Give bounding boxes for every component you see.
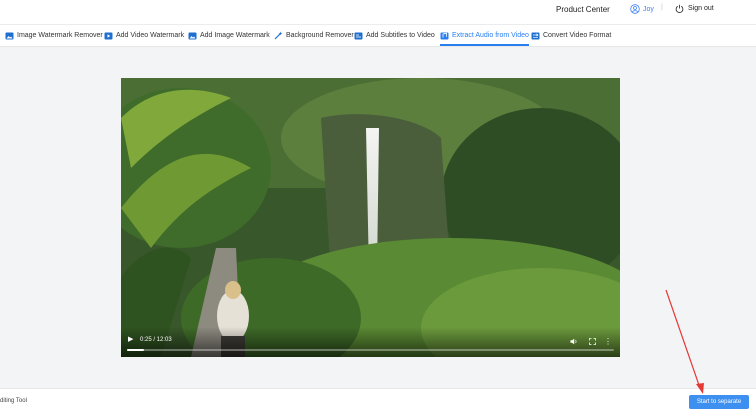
image-icon xyxy=(188,32,197,39)
tab-label: Background Remover xyxy=(286,32,354,39)
video-progress-fill xyxy=(127,349,145,351)
video-controls: ▶ 0:25 / 12:03 ⋮ xyxy=(121,327,620,357)
header-separator: | xyxy=(661,4,663,11)
tab-add-image-watermark[interactable]: Add Image Watermark xyxy=(188,25,270,46)
sign-out-button[interactable]: Sign out xyxy=(675,4,714,13)
tab-label: Add Subtitles to Video xyxy=(366,32,435,39)
power-icon xyxy=(675,4,684,13)
play-icon[interactable]: ▶ xyxy=(128,335,133,343)
audio-extract-icon xyxy=(440,32,449,39)
tab-label: Convert Video Format xyxy=(543,32,612,39)
video-icon xyxy=(104,32,113,39)
subtitle-icon xyxy=(354,32,363,39)
footer-label: diting Tool xyxy=(0,398,27,404)
user-menu[interactable]: Joy xyxy=(630,4,654,14)
user-avatar-icon xyxy=(630,4,640,14)
footer-bar: diting Tool xyxy=(0,388,756,413)
tab-label: Add Image Watermark xyxy=(200,32,270,39)
fullscreen-icon[interactable] xyxy=(589,338,596,345)
tab-image-watermark-remover[interactable]: Image Watermark Remover xyxy=(5,25,103,46)
tool-tabs: Image Watermark Remover Add Video Waterm… xyxy=(0,25,756,47)
tab-add-subtitles[interactable]: Add Subtitles to Video xyxy=(354,25,435,46)
video-time: 0:25 / 12:03 xyxy=(140,337,172,343)
product-center-link[interactable]: Product Center xyxy=(556,5,610,14)
more-options-icon[interactable]: ⋮ xyxy=(604,338,612,346)
image-icon xyxy=(5,32,14,39)
start-to-separate-button[interactable]: Start to separate xyxy=(689,395,749,409)
top-bar: Product Center Joy | Sign out xyxy=(0,0,756,25)
tab-add-video-watermark[interactable]: Add Video Watermark xyxy=(104,25,184,46)
volume-icon[interactable] xyxy=(570,338,578,345)
tab-label: Add Video Watermark xyxy=(116,32,185,39)
convert-icon xyxy=(531,32,540,39)
video-frame xyxy=(121,78,620,357)
tab-extract-audio[interactable]: Extract Audio from Video xyxy=(440,25,529,46)
magic-wand-icon xyxy=(274,31,283,40)
video-progress-bar[interactable] xyxy=(127,349,614,351)
sign-out-label: Sign out xyxy=(688,5,714,12)
tab-convert-video-format[interactable]: Convert Video Format xyxy=(531,25,611,46)
tab-label: Image Watermark Remover xyxy=(17,32,103,39)
user-name: Joy xyxy=(643,5,654,13)
tab-label: Extract Audio from Video xyxy=(452,32,529,39)
tab-background-remover[interactable]: Background Remover xyxy=(274,25,354,46)
video-player[interactable]: ▶ 0:25 / 12:03 ⋮ xyxy=(121,78,620,357)
